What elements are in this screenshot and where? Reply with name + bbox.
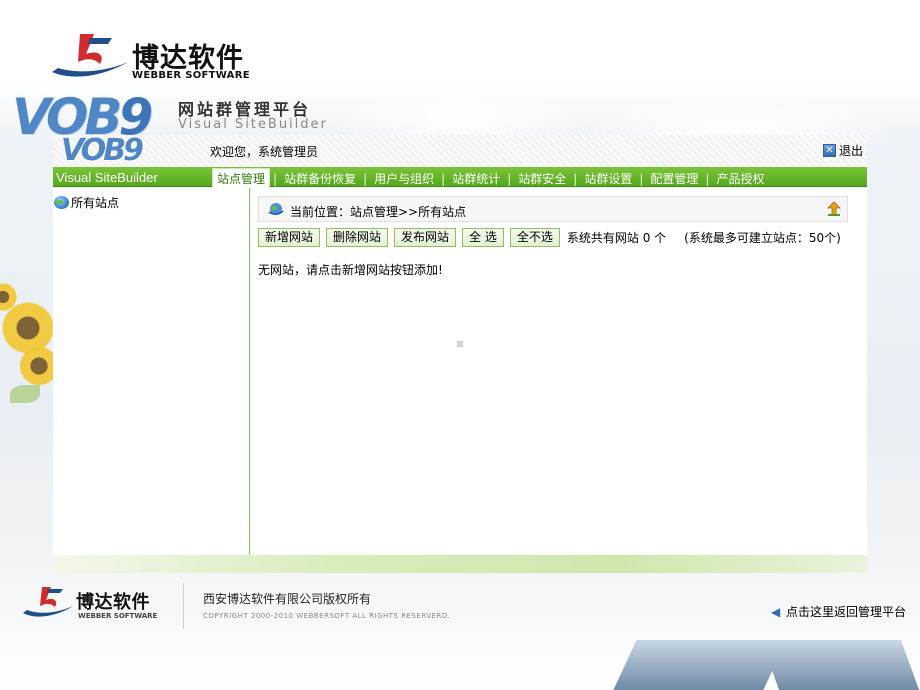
nav-separator: | [273, 171, 278, 186]
podium-decoration [613, 640, 787, 690]
back-to-admin-link[interactable]: ◀ 点击这里返回管理平台 [771, 603, 906, 620]
nav-separator: | [441, 171, 446, 186]
leaf-decoration [10, 385, 40, 403]
welcome-text: 欢迎您，系统管理员 [210, 145, 319, 159]
tree-item-label: 所有站点 [71, 196, 120, 210]
site-max-text: (系统最多可建立站点：50个) [684, 231, 841, 245]
nav-separator: | [573, 171, 578, 186]
footer-divider [183, 583, 184, 629]
main-content: 当前位置：站点管理>>所有站点 新增网站 删除网站 发布网站 全 选 全不选 系… [251, 188, 867, 555]
app-header: VOB9 欢迎您，系统管理员 ✕ 退出 [53, 133, 867, 168]
back-arrow-icon: ◀ [771, 604, 781, 619]
nav-separator: | [639, 171, 644, 186]
globe-icon [54, 196, 69, 209]
app-logo-digit: 9 [123, 133, 144, 168]
publish-site-button[interactable]: 发布网站 [394, 228, 457, 247]
footer-brand-cn: 博达软件 [76, 592, 150, 613]
logout-label: 退出 [838, 144, 863, 158]
empty-message: 无网站，请点击新增网站按钮添加! [258, 263, 443, 277]
close-box-icon: ✕ [822, 144, 836, 157]
swoosh-logo-icon [23, 587, 73, 617]
breadcrumb: 当前位置：站点管理>>所有站点 [290, 205, 467, 219]
select-all-button[interactable]: 全 选 [462, 228, 504, 247]
nav-separator: | [705, 171, 710, 186]
tree-item-all-sites[interactable]: 所有站点 [54, 194, 119, 211]
company-logo: 博达软件 WEBBER SOFTWARE [50, 32, 270, 84]
nav-item-backup-restore[interactable]: 站群备份恢复 [280, 169, 360, 188]
nav-item-license[interactable]: 产品授权 [712, 169, 768, 188]
nav-item-settings[interactable]: 站群设置 [580, 169, 636, 188]
sidebar: 所有站点 [53, 188, 250, 555]
site-count-text: 系统共有网站 0 个 [566, 231, 667, 245]
swoosh-logo-icon [52, 34, 128, 77]
app-logo: VOB9 [61, 133, 144, 168]
delete-site-button[interactable]: 删除网站 [326, 228, 389, 247]
bottom-strip [53, 555, 867, 573]
podium-decoration [760, 640, 920, 690]
footer-copyright: COPYRIGHT 2000-2010 WEBBERSOFT ALL RIGHT… [203, 612, 451, 620]
nav-menu: 站点管理 | 站群备份恢复 | 用户与组织 | 站群统计 | 站群安全 | 站群… [212, 168, 768, 189]
brand-name-en: WEBBER SOFTWARE [132, 70, 250, 81]
nav-separator: | [507, 171, 512, 186]
back-link-label: 点击这里返回管理平台 [786, 605, 907, 619]
main-navbar: Visual SiteBuilder 站点管理 | 站群备份恢复 | 用户与组织… [53, 167, 867, 189]
app-window: VOB9 欢迎您，系统管理员 ✕ 退出 Visual SiteBuilder 站… [53, 133, 867, 555]
logout-button[interactable]: ✕ 退出 [822, 142, 863, 159]
placeholder-dot [457, 341, 463, 347]
refresh-up-icon[interactable] [825, 201, 843, 217]
nav-item-site-management[interactable]: 站点管理 [212, 168, 271, 189]
location-globe-icon [268, 203, 284, 215]
select-none-button[interactable]: 全不选 [509, 228, 560, 247]
nav-item-statistics[interactable]: 站群统计 [448, 169, 504, 188]
app-logo-text: VOB [61, 133, 126, 168]
nav-item-users-orgs[interactable]: 用户与组织 [370, 169, 438, 188]
add-site-button[interactable]: 新增网站 [258, 228, 321, 247]
navbar-product-name: Visual SiteBuilder [56, 170, 158, 185]
nav-item-config[interactable]: 配置管理 [646, 169, 702, 188]
breadcrumb-bar: 当前位置：站点管理>>所有站点 [258, 196, 848, 222]
footer-company: 西安博达软件有限公司版权所有 [203, 592, 372, 606]
product-subtitle: Visual SiteBuilder [178, 117, 328, 132]
nav-separator: | [363, 171, 368, 186]
footer-brand-en: WEBBER SOFTWARE [78, 612, 158, 620]
site-toolbar: 新增网站 删除网站 发布网站 全 选 全不选 系统共有网站 0 个 (系统最多可… [258, 228, 841, 247]
footer-logo: 博达软件 WEBBER SOFTWARE [22, 585, 172, 625]
nav-item-security[interactable]: 站群安全 [514, 169, 570, 188]
